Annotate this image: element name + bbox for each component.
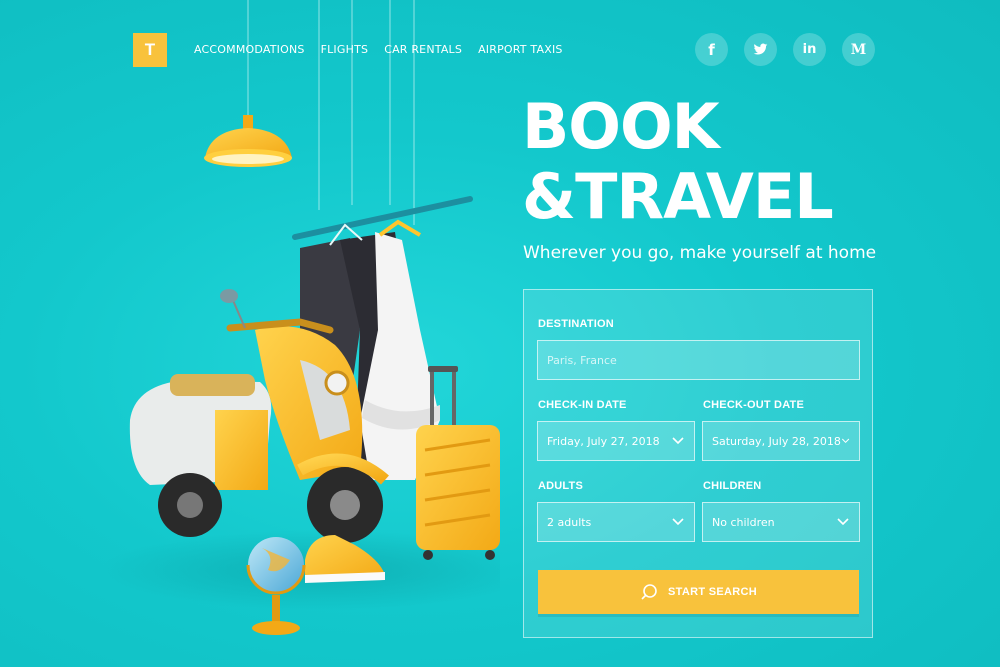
- search-icon: [641, 584, 657, 600]
- pendant-lamp-icon: [204, 115, 292, 167]
- social-links: f in M: [695, 33, 875, 66]
- checkout-value: Saturday, July 28, 2018: [712, 434, 841, 448]
- checkin-label: CHECK-IN DATE: [538, 399, 627, 411]
- adults-select[interactable]: 2 adults: [537, 502, 695, 542]
- destination-label: DESTINATION: [538, 318, 614, 330]
- globe-icon: [246, 537, 306, 635]
- hero-title: BOOK &TRAVEL: [522, 90, 834, 233]
- twitter-icon[interactable]: [744, 33, 777, 66]
- checkout-label: CHECK-OUT DATE: [703, 399, 804, 411]
- checkout-select[interactable]: Saturday, July 28, 2018: [702, 421, 860, 461]
- children-select[interactable]: No children: [702, 502, 860, 542]
- children-label: CHILDREN: [703, 480, 762, 492]
- adults-value: 2 adults: [547, 515, 592, 529]
- chevron-down-icon: [841, 438, 850, 444]
- checkin-select[interactable]: Friday, July 27, 2018: [537, 421, 695, 461]
- facebook-glyph: f: [708, 40, 715, 59]
- destination-field[interactable]: [537, 340, 860, 380]
- twitter-bird-icon: [753, 43, 768, 55]
- booking-form: DESTINATION CHECK-IN DATE Friday, July 2…: [523, 289, 873, 638]
- destination-input[interactable]: [547, 353, 850, 367]
- start-search-label: START SEARCH: [668, 586, 757, 598]
- chevron-down-icon: [672, 437, 684, 445]
- children-value: No children: [712, 515, 775, 529]
- checkin-value: Friday, July 27, 2018: [547, 434, 660, 448]
- hero-title-line1: BOOK: [522, 90, 720, 163]
- linkedin-icon[interactable]: in: [793, 33, 826, 66]
- medium-glyph: M: [850, 41, 867, 58]
- travel-illustration: [100, 0, 500, 635]
- linkedin-glyph: in: [802, 42, 817, 57]
- medium-icon[interactable]: M: [842, 33, 875, 66]
- chevron-down-icon: [672, 518, 684, 526]
- hero-title-line2: &TRAVEL: [522, 160, 834, 233]
- start-search-button[interactable]: START SEARCH: [538, 570, 859, 614]
- chevron-down-icon: [837, 518, 849, 526]
- hanging-wires: [247, 0, 415, 225]
- adults-label: ADULTS: [538, 480, 583, 492]
- hero-subtitle: Wherever you go, make yourself at home: [523, 243, 877, 263]
- facebook-icon[interactable]: f: [695, 33, 728, 66]
